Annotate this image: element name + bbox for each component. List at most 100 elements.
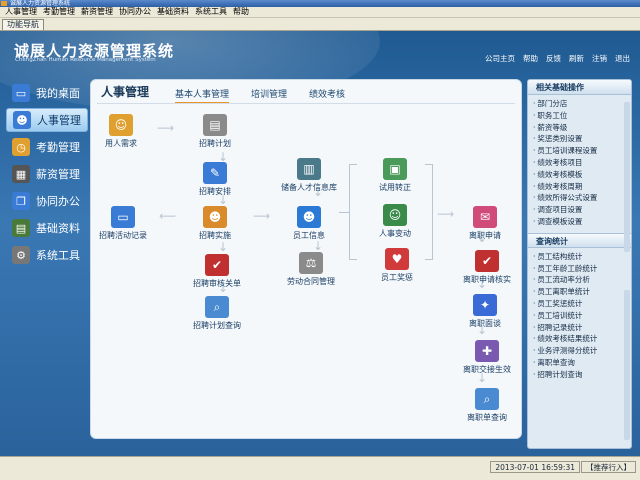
link-help[interactable]: 帮助 [523, 53, 538, 64]
list-item[interactable]: 部门分店 [533, 98, 631, 110]
list-item[interactable]: 员工离职单统计 [533, 286, 631, 298]
magnifier-icon: ⌕ [475, 388, 499, 410]
nav-basic-data[interactable]: ▤ 基础资料 [6, 216, 88, 240]
menu-item[interactable]: 基础资料 [154, 7, 192, 17]
list-item[interactable]: 职务工位 [533, 110, 631, 122]
person-change-icon: ☺ [383, 204, 407, 226]
list-item[interactable]: 绩效考核周期 [533, 181, 631, 193]
branch-line [339, 212, 349, 213]
nav-my-desktop[interactable]: ▭ 我的桌面 [6, 81, 88, 105]
tab-training[interactable]: 培训管理 [251, 87, 287, 104]
list-item[interactable]: 绩效考核模板 [533, 169, 631, 181]
node-label: 招聘活动记录 [99, 231, 147, 240]
menu-item[interactable]: 薪资管理 [78, 7, 116, 17]
function-nav-tab[interactable]: 功能导航 [2, 19, 44, 30]
node-recruit-plan-query[interactable]: ⌕ 招聘计划查询 [193, 296, 241, 331]
nav-collaboration[interactable]: ❐ 协同办公 [6, 189, 88, 213]
list-item[interactable]: 奖惩类别设置 [533, 133, 631, 145]
handover-icon: ✚ [475, 340, 499, 362]
list-item[interactable]: 离职单查询 [533, 357, 631, 369]
node-resign-handover[interactable]: ✚ 离职交接生效 [463, 340, 511, 375]
window-title: 诚展人力资源管理系统 [10, 0, 71, 7]
link-logout[interactable]: 注销 [592, 53, 607, 64]
status-datetime: 2013-07-01 16:59:31 [490, 461, 580, 473]
link-feedback[interactable]: 反馈 [546, 53, 561, 64]
list-item[interactable]: 薪资等级 [533, 122, 631, 134]
page-title: 人事管理 [101, 85, 150, 99]
node-resign-interview[interactable]: ✦ 离职面谈 [469, 294, 501, 329]
list-item[interactable]: 调查项目设置 [533, 204, 631, 216]
app-body: 诚展人力资源管理系统 ChengZhan Human Resource Mana… [0, 31, 640, 456]
menu-item[interactable]: 人事管理 [2, 7, 40, 17]
node-probation[interactable]: ▣ 试用转正 [379, 158, 411, 193]
arrow-down-icon: ↓ [218, 240, 229, 254]
scrollbar[interactable] [624, 290, 630, 440]
node-labor-contract[interactable]: ⚖ 劳动合同管理 [287, 252, 335, 287]
list-item[interactable]: 员工奖惩统计 [533, 298, 631, 310]
node-label: 离职单查询 [467, 413, 507, 422]
list-item[interactable]: 绩效考核项目 [533, 157, 631, 169]
node-resign-query[interactable]: ⌕ 离职单查询 [467, 388, 507, 423]
title-divider [97, 103, 515, 104]
list-item[interactable]: 业务评测得分统计 [533, 345, 631, 357]
list-item[interactable]: 绩效考核结果统计 [533, 333, 631, 345]
list-item[interactable]: 员工培训统计 [533, 310, 631, 322]
nav-label: 基础资料 [36, 222, 80, 235]
nav-system-tools[interactable]: ⚙ 系统工具 [6, 243, 88, 267]
node-label: 人事变动 [379, 229, 411, 238]
node-recruit-audit[interactable]: ✔ 招聘审核关单 [193, 254, 241, 289]
tab-performance[interactable]: 绩效考核 [309, 87, 345, 104]
brand-subtitle: ChengZhan Human Resource Management Syst… [15, 57, 156, 63]
list-item[interactable]: 员工结构统计 [533, 251, 631, 263]
node-resign-apply[interactable]: ✉ 离职申请 [469, 206, 501, 241]
node-talent-pool[interactable]: ▥ 储备人才信息库 [281, 158, 337, 193]
node-resign-verify[interactable]: ✔ 离职申请核实 [463, 250, 511, 285]
arrow-down-icon: ↓ [313, 239, 324, 253]
list-item[interactable]: 员工培训课程设置 [533, 145, 631, 157]
toolbar: 功能导航 [0, 18, 640, 31]
arrow-right-icon: ⟶ [157, 121, 175, 135]
node-staffing-demand[interactable]: ☺ 用人需求 [105, 114, 137, 149]
merge-bracket [425, 164, 433, 260]
node-label: 招聘计划查询 [193, 321, 241, 330]
menu-item[interactable]: 系统工具 [192, 7, 230, 17]
check-icon: ✔ [205, 254, 229, 276]
list-item[interactable]: 员工年龄工龄统计 [533, 263, 631, 275]
nav-label: 人事管理 [37, 114, 81, 127]
meeting-icon: ☻ [203, 206, 227, 228]
node-label: 离职面谈 [469, 319, 501, 328]
node-label: 储备人才信息库 [281, 183, 337, 192]
node-rewards[interactable]: ♥ 员工奖惩 [381, 248, 413, 283]
nav-attendance[interactable]: ◷ 考勤管理 [6, 135, 88, 159]
nav-label: 系统工具 [36, 249, 80, 262]
list-item[interactable]: 绩效所得公式设置 [533, 192, 631, 204]
node-recruit-execute[interactable]: ☻ 招聘实施 [199, 206, 231, 241]
monitor-icon: ▭ [12, 84, 30, 102]
menu-item[interactable]: 考勤管理 [40, 7, 78, 17]
node-recruit-records[interactable]: ▭ 招聘活动记录 [99, 206, 147, 241]
node-employee-info[interactable]: ☻ 员工信息 [293, 206, 325, 241]
link-exit[interactable]: 退出 [615, 53, 630, 64]
nav-label: 薪资管理 [36, 168, 80, 181]
node-personnel-change[interactable]: ☺ 人事变动 [379, 204, 411, 239]
node-recruit-schedule[interactable]: ✎ 招聘安排 [199, 162, 231, 197]
list-item[interactable]: 调查模板设置 [533, 216, 631, 228]
clock-icon: ◷ [12, 138, 30, 156]
link-home[interactable]: 公司主页 [485, 53, 515, 64]
right-panel: 相关基础操作 部门分店 职务工位 薪资等级 奖惩类别设置 员工培训课程设置 绩效… [527, 79, 632, 449]
tab-basic-personnel[interactable]: 基本人事管理 [175, 87, 230, 104]
node-recruit-plan[interactable]: ▤ 招聘计划 [199, 114, 231, 149]
app-icon [1, 1, 7, 6]
nav-personnel[interactable]: ☻ 人事管理 [6, 108, 88, 132]
node-label: 劳动合同管理 [287, 277, 335, 286]
scrollbar[interactable] [624, 102, 630, 252]
resign-icon: ✉ [473, 206, 497, 228]
menu-item[interactable]: 协同办公 [116, 7, 154, 17]
list-item[interactable]: 招聘记录统计 [533, 322, 631, 334]
link-refresh[interactable]: 刷新 [569, 53, 584, 64]
list-item[interactable]: 员工流动率分析 [533, 274, 631, 286]
menu-item[interactable]: 帮助 [230, 7, 252, 17]
nav-salary[interactable]: ▦ 薪资管理 [6, 162, 88, 186]
notepad-icon: ▤ [203, 114, 227, 136]
list-item[interactable]: 招聘计划查询 [533, 369, 631, 381]
